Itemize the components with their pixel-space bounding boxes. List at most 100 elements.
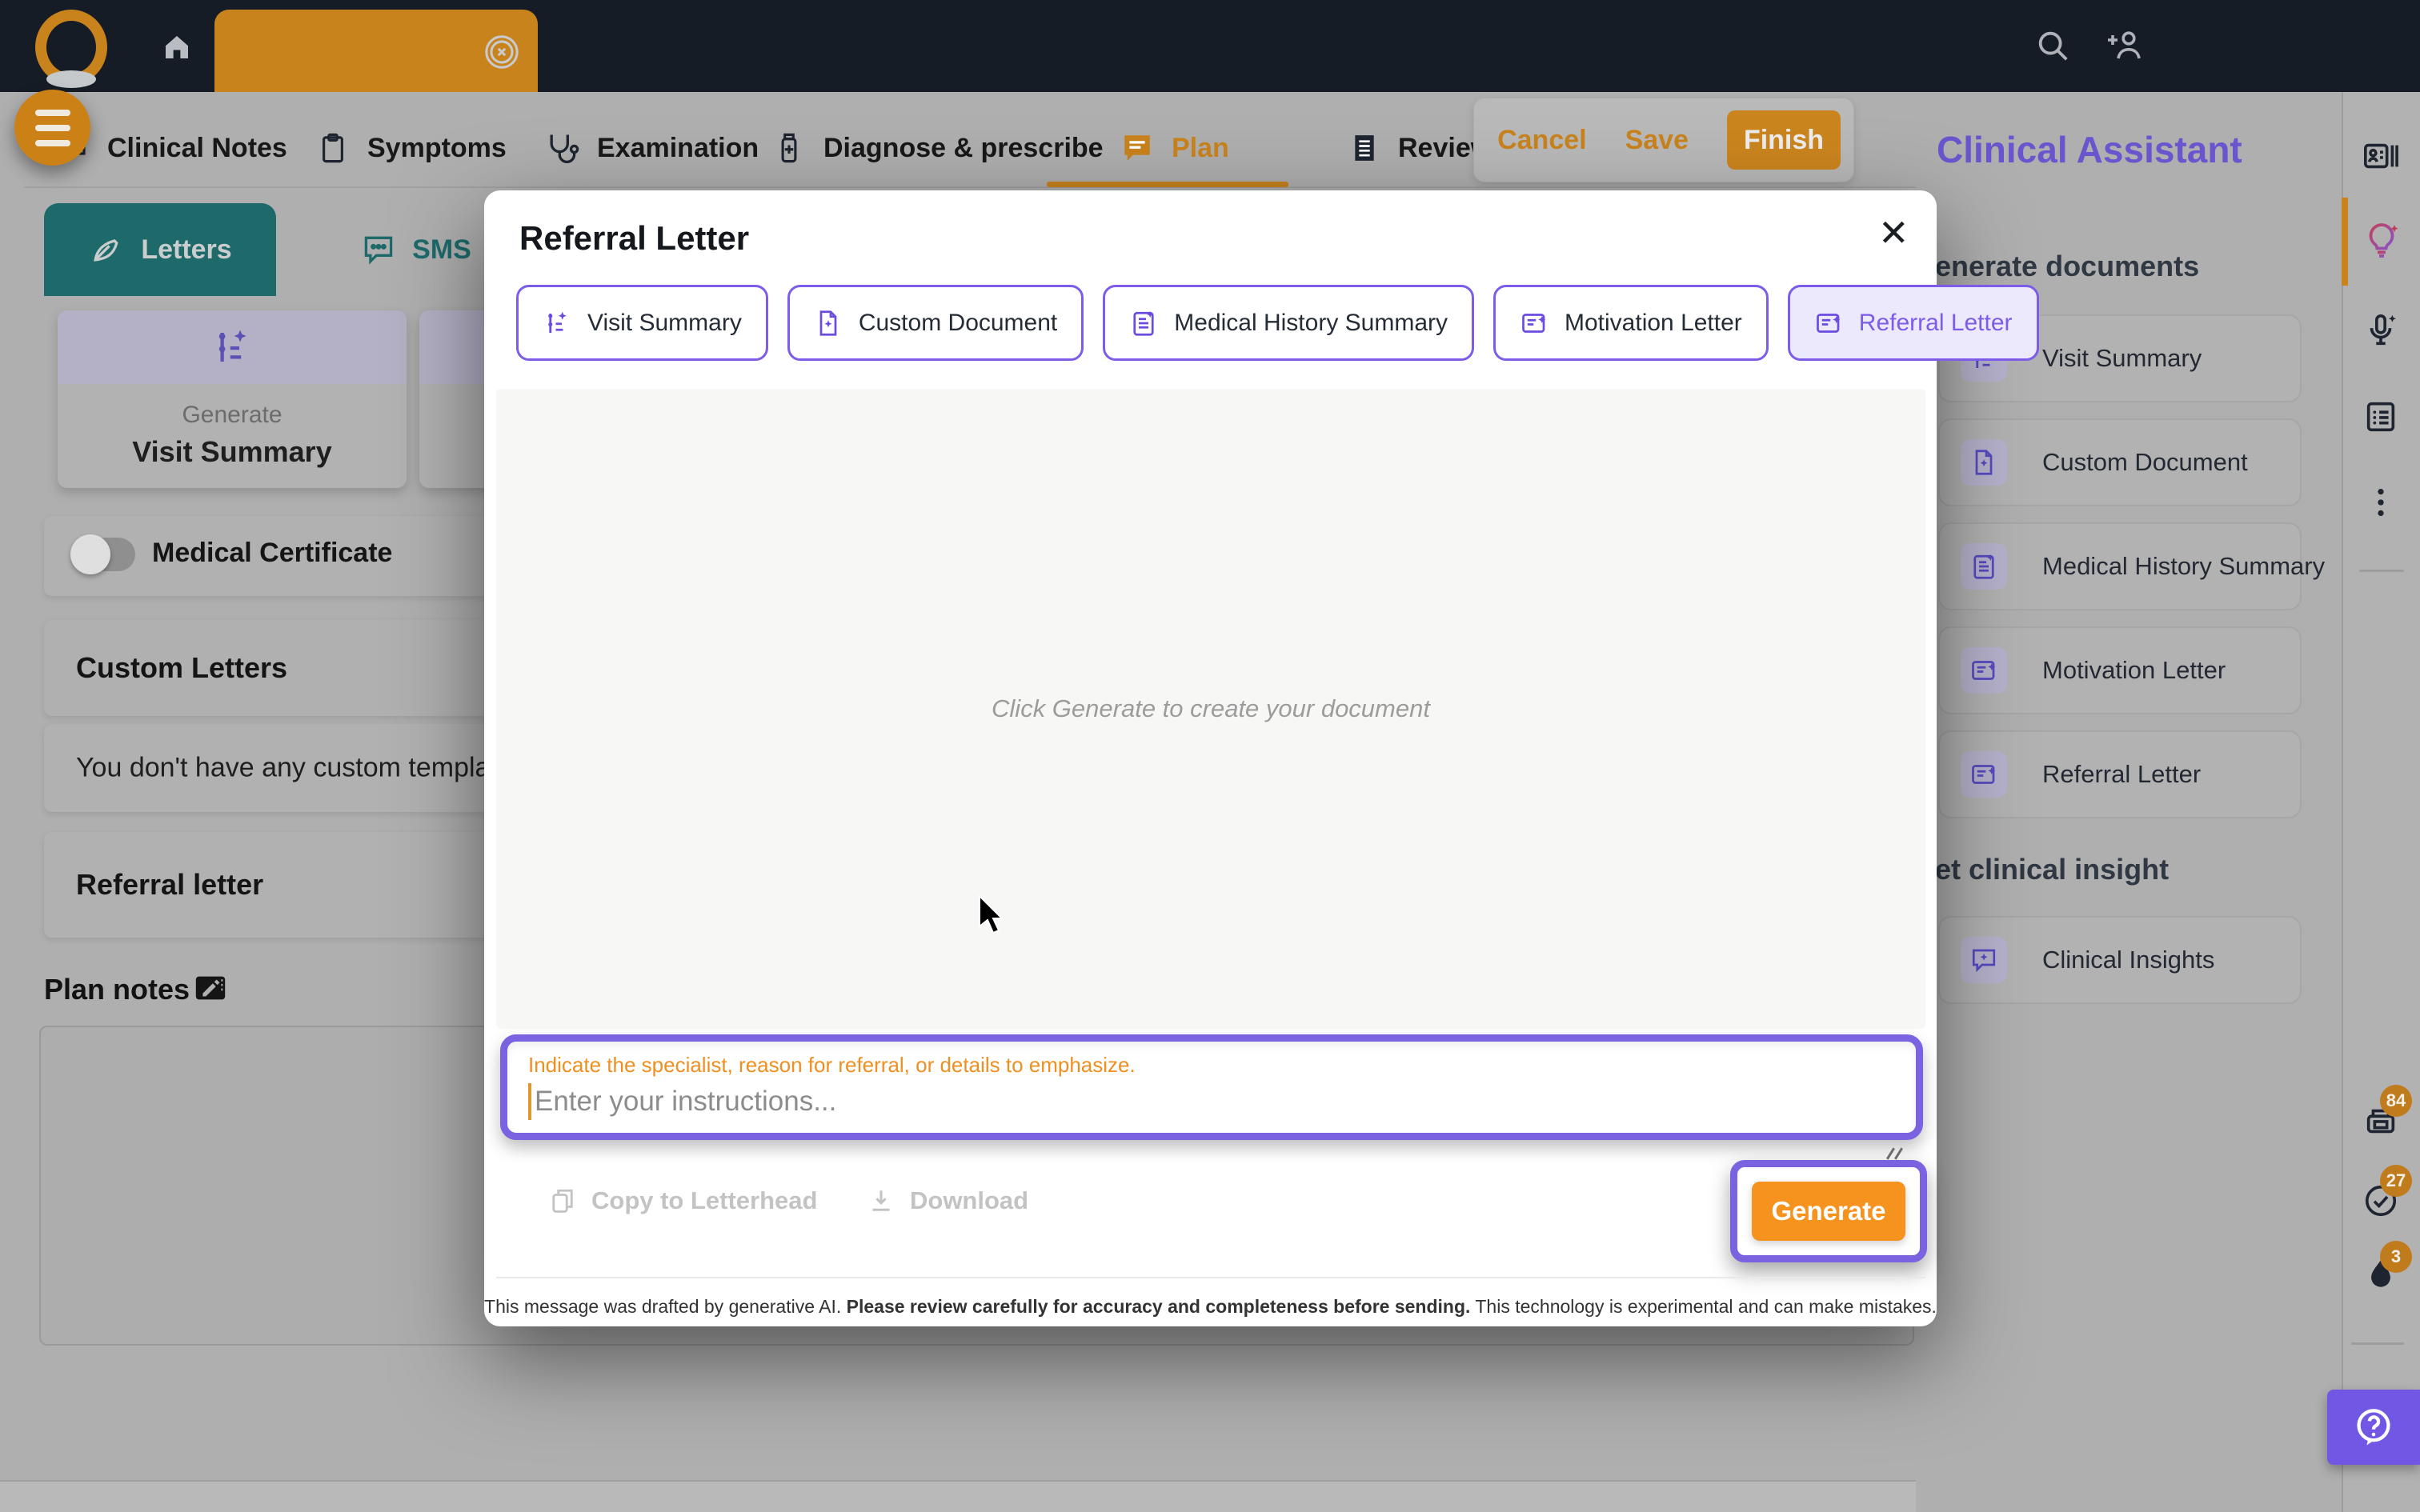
mouse-cursor [978,894,1010,939]
medicine-bottle-icon [772,131,806,165]
lightbulb-sparkle-icon[interactable] [2362,221,2401,259]
save-button[interactable]: Save [1625,125,1689,156]
contact-card-icon[interactable] [2362,138,2399,174]
home-icon[interactable] [160,30,194,64]
tab-label: Diagnose & prescribe [823,133,1104,164]
tab-plan[interactable]: Plan [1120,124,1229,172]
doc-list-icon [1961,543,2007,590]
sms-bubble-icon [361,232,396,267]
active-tool-indicator [2342,198,2348,286]
tool-rail [2342,92,2420,1512]
document-type-chips: Visit Summary Custom Document Medical Hi… [516,285,2039,361]
hamburger-icon [35,110,70,116]
download-button[interactable]: Download [867,1186,1028,1215]
chip-referral-letter[interactable]: Referral Letter [1788,285,2039,361]
printer-badge: 84 [2380,1085,2412,1117]
letter-sparkle-icon [1961,647,2007,694]
chip-visit-summary[interactable]: Visit Summary [516,285,768,361]
sparkle-list-icon [210,326,254,369]
card-title: Visit Summary [58,435,407,469]
chip-motivation-letter[interactable]: Motivation Letter [1493,285,1769,361]
content-bottom-strip [0,1480,1916,1512]
assistant-item-motivation-letter[interactable]: Motivation Letter [1938,626,2302,714]
rail-divider [2359,570,2404,572]
form-icon[interactable] [2362,398,2399,435]
cancel-button[interactable]: Cancel [1497,125,1587,156]
instructions-input[interactable]: Indicate the specialist, reason for refe… [500,1034,1923,1140]
letter-sparkle-icon [1520,309,1549,338]
active-tab-underline [1047,182,1288,187]
assistant-item-medical-history[interactable]: Medical History Summary [1938,522,2302,610]
chat-icon [1120,131,1154,165]
rail-divider [2351,1342,2404,1345]
stethoscope-icon [544,130,579,166]
drop-badge: 3 [2380,1241,2412,1273]
clipboard-icon [316,131,350,165]
generate-visit-summary-card[interactable]: Generate Visit Summary [58,310,407,488]
download-icon [867,1186,895,1215]
tab-diagnose-prescribe[interactable]: Diagnose & prescribe [772,124,1104,172]
tab-examination[interactable]: Examination [544,124,759,172]
card-eyebrow: Generate [58,402,407,429]
assistant-title: Clinical Assistant [1937,128,2242,171]
text-caret [528,1083,531,1120]
letter-sparkle-icon [1814,309,1843,338]
card-banner [58,310,407,384]
encounter-actions: Cancel Save Finish [1473,98,1854,182]
person-add-icon[interactable] [2105,26,2145,65]
tab-review[interactable]: Review [1348,124,1492,172]
top-bar [0,0,2420,92]
tab-letters[interactable]: Letters [44,203,276,296]
assistant-item-custom-document[interactable]: Custom Document [1938,418,2302,506]
generate-documents-section-label: Generate documents [1913,250,2199,283]
copy-to-letterhead-button[interactable]: Copy to Letterhead [548,1186,817,1215]
instructions-placeholder: Enter your instructions... [535,1086,836,1118]
quill-icon [88,232,123,267]
search-icon[interactable] [2034,27,2071,64]
chip-medical-history-summary[interactable]: Medical History Summary [1103,285,1474,361]
generate-highlight-ring: Generate [1730,1160,1927,1262]
help-button[interactable] [2327,1390,2420,1465]
doc-list-icon [1129,309,1158,338]
file-plus-icon [814,309,843,338]
nav-divider [24,186,1916,188]
copy-icon [548,1186,577,1215]
referral-letter-modal: Referral Letter ✕ Visit Summary Custom D… [484,190,1937,1326]
preview-placeholder: Click Generate to create your document [992,694,1430,723]
letter-sparkle-icon [1961,751,2007,798]
app-root: Clinical Notes Symptoms Examination Diag… [0,0,2420,1512]
tasks-badge: 27 [2380,1165,2412,1197]
generate-button[interactable]: Generate [1752,1182,1905,1241]
modal-title: Referral Letter [519,219,749,258]
file-plus-icon [1961,439,2007,486]
document-preview-area: Click Generate to create your document [496,389,1925,1029]
close-icon[interactable]: ✕ [1878,214,1909,251]
tab-label: Examination [597,133,759,164]
tab-clinical-notes[interactable]: Clinical Notes [56,124,287,172]
medical-certificate-label: Medical Certificate [152,538,392,569]
review-list-icon [1348,131,1380,165]
modal-footer-divider [496,1277,1925,1278]
assistant-item-referral-letter[interactable]: Referral Letter [1938,730,2302,818]
tab-symptoms[interactable]: Symptoms [316,124,507,172]
chip-custom-document[interactable]: Custom Document [787,285,1084,361]
mic-sparkle-icon[interactable] [2362,312,2399,349]
resize-handle[interactable] [1889,1147,1900,1160]
kebab-icon[interactable] [2362,484,2399,521]
app-logo-lens [46,70,96,88]
patient-tab[interactable] [214,10,538,92]
assistant-item-clinical-insights[interactable]: Clinical Insights [1938,916,2302,1004]
plan-notes-label: Plan notes [44,973,190,1006]
tablet-pen-icon[interactable] [192,970,229,1006]
help-bubble-icon [2352,1406,2395,1449]
close-tab-icon[interactable] [483,34,520,70]
chat-sparkle-icon [1961,937,2007,983]
clinical-insight-section-label: Get clinical insight [1913,853,2169,886]
menu-fab[interactable] [14,90,90,166]
tab-sms[interactable]: SMS [320,203,512,296]
tab-label: Clinical Notes [107,133,287,164]
finish-button[interactable]: Finish [1727,110,1841,170]
sparkle-list-icon [543,309,571,338]
ai-disclaimer: This message was drafted by generative A… [484,1296,1937,1318]
instructions-helper: Indicate the specialist, reason for refe… [528,1053,1136,1078]
